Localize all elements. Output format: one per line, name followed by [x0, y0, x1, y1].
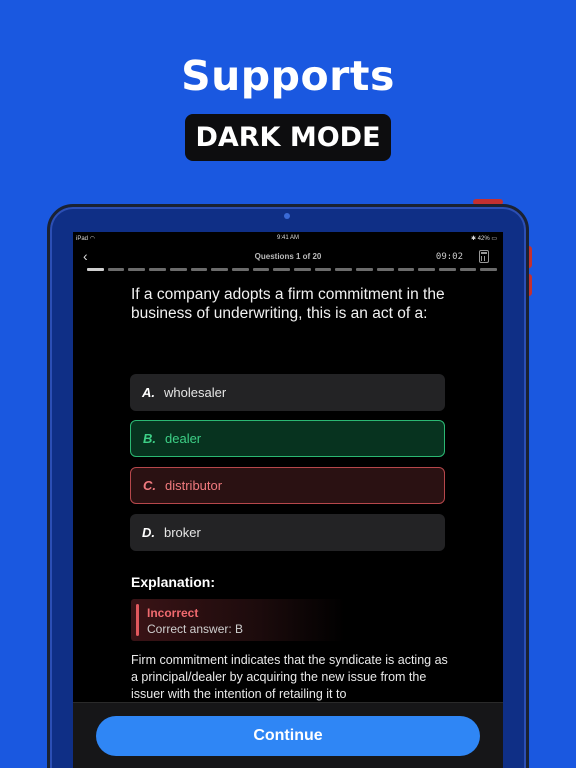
progress-segment: [87, 268, 104, 271]
status-right: ✱ 42% ▭: [471, 235, 497, 242]
progress-segment: [376, 268, 394, 271]
result-label: Incorrect: [147, 606, 199, 620]
option-letter: C.: [143, 478, 156, 493]
explanation-body: Firm commitment indicates that the syndi…: [131, 653, 448, 701]
option-letter: A.: [142, 385, 155, 400]
battery-percent: 42%: [477, 236, 490, 242]
calculator-icon[interactable]: [479, 250, 489, 263]
option-text: distributor: [165, 478, 223, 493]
progress-segment: [107, 268, 125, 271]
app-screen: iPad ◠ 9:41 AM ✱ 42% ▭ ‹ Questions 1 of …: [73, 232, 503, 768]
correct-answer-text: Correct answer: B: [147, 622, 244, 636]
option-b[interactable]: B. dealer: [130, 420, 445, 457]
progress-segment: [149, 268, 166, 271]
progress-segment: [397, 268, 415, 271]
promo-headline: Supports: [181, 52, 395, 100]
option-text: broker: [164, 525, 201, 540]
status-bar: iPad ◠ 9:41 AM ✱ 42% ▭: [73, 232, 503, 244]
continue-button[interactable]: Continue: [96, 716, 480, 756]
tablet-camera: [284, 213, 290, 219]
progress-segment: [418, 268, 435, 271]
option-letter: D.: [142, 525, 155, 540]
option-d[interactable]: D. broker: [130, 514, 445, 551]
timer: 09:02: [435, 252, 463, 262]
explanation-title: Explanation:: [131, 574, 216, 590]
result-accent-bar: [136, 604, 139, 636]
option-c[interactable]: C. distributor: [130, 467, 445, 504]
progress-segment: [438, 268, 456, 271]
option-text: wholesaler: [164, 385, 227, 400]
progress-segment: [252, 268, 270, 271]
progress-segments: [87, 268, 498, 271]
result-banner: Incorrect Correct answer: B: [131, 599, 345, 641]
progress-segment: [356, 268, 373, 271]
option-text: dealer: [165, 431, 202, 446]
option-letter: B.: [143, 431, 156, 446]
progress-segment: [273, 268, 291, 271]
progress-segment: [480, 268, 498, 271]
status-time: 9:41 AM: [276, 235, 299, 241]
progress-segment: [314, 268, 332, 271]
option-a[interactable]: A. wholesaler: [130, 374, 445, 411]
bluetooth-icon: ✱: [470, 236, 478, 242]
progress-segment: [231, 268, 249, 271]
progress-segment: [335, 268, 353, 271]
dark-mode-badge: DARK MODE: [185, 114, 391, 161]
progress-segment: [169, 268, 187, 271]
nav-bar: ‹ Questions 1 of 20 09:02: [73, 246, 503, 268]
battery-icon: ▭: [491, 236, 497, 242]
progress-segment: [294, 268, 311, 271]
progress-segment: [128, 268, 146, 271]
progress-segment: [459, 268, 477, 271]
question-text: If a company adopts a firm commitment in…: [131, 286, 445, 322]
progress-segment: [211, 268, 228, 271]
progress-segment: [190, 268, 208, 271]
